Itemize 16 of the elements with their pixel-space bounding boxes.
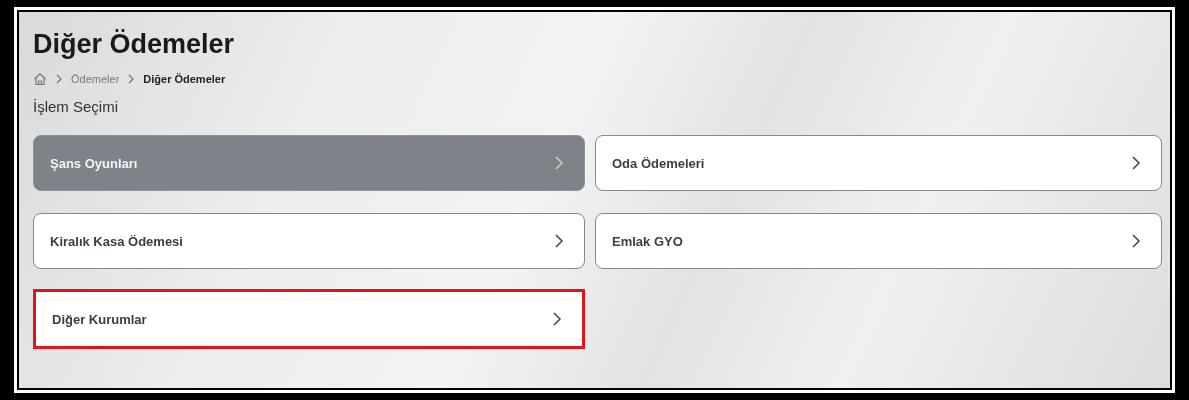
option-button[interactable]: Emlak GYO (595, 213, 1162, 269)
chevron-icon (554, 155, 564, 171)
page-title: Diğer Ödemeler (33, 28, 236, 60)
option-button[interactable]: Kiralık Kasa Ödemesi (33, 213, 585, 269)
chevron-icon (1131, 233, 1141, 249)
chevron-icon (552, 311, 562, 327)
option-button[interactable]: Diğer Kurumlar (33, 289, 585, 349)
breadcrumb-link[interactable]: Ödemeler (71, 73, 120, 85)
section-label: İşlem Seçimi (33, 98, 119, 115)
option-button[interactable]: Oda Ödemeleri (595, 135, 1162, 191)
chevron-icon (127, 74, 136, 84)
chevron-icon (554, 233, 564, 249)
breadcrumb-link[interactable]: Diğer Ödemeler (143, 73, 226, 85)
chevron-icon (1131, 155, 1141, 171)
chevron-icon (55, 74, 63, 84)
home-icon[interactable] (33, 72, 47, 86)
